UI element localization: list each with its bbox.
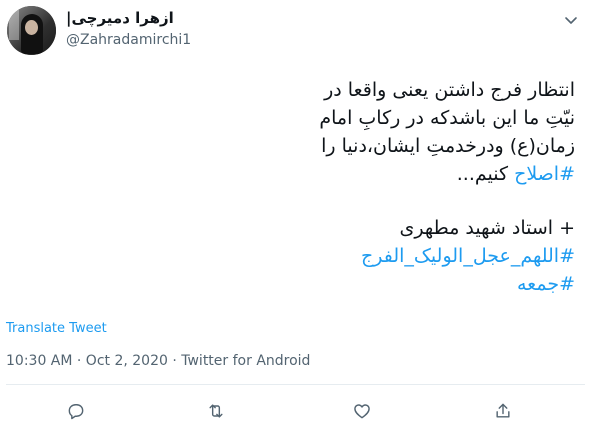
- divider: [6, 384, 585, 385]
- hashtag-eslah[interactable]: #اصلاح: [514, 163, 575, 185]
- tweet-line-3: زمان(ع) ودرخدمتِ ایشان،دنیا را: [321, 135, 575, 157]
- reply-icon[interactable]: [63, 398, 89, 424]
- tweet: ازهرا دمیرچی| @Zahradamirchi1 انتظار فرج…: [0, 0, 591, 440]
- display-name[interactable]: ازهرا دمیرچی|: [66, 9, 174, 27]
- action-bar: [0, 398, 591, 424]
- like-icon[interactable]: [349, 398, 375, 424]
- hashtag-allahumma[interactable]: #اللهم_عجل_الولیک_الفرج: [15, 242, 575, 270]
- user-handle[interactable]: @Zahradamirchi1: [66, 32, 191, 48]
- share-icon[interactable]: [490, 398, 516, 424]
- hashtag-jomeh[interactable]: #جمعه: [15, 270, 575, 298]
- avatar-light: [9, 10, 19, 40]
- chevron-down-icon[interactable]: [561, 10, 581, 30]
- retweet-icon[interactable]: [203, 398, 229, 424]
- tweet-line-2: نیّتِ ما این باشدکه در رکابِ امام: [319, 107, 575, 129]
- tweet-metadata: 10:30 AM · Oct 2, 2020 · Twitter for And…: [6, 353, 311, 369]
- avatar[interactable]: [7, 6, 56, 55]
- tweet-line-4: #اصلاح کنیم...: [15, 160, 575, 188]
- tweet-text: انتظار فرج داشتن یعنی واقعا در نیّتِ ما …: [15, 76, 575, 298]
- avatar-face: [25, 20, 38, 35]
- tweet-line-1: انتظار فرج داشتن یعنی واقعا در: [324, 79, 575, 101]
- tweet-line-4-text: کنیم...: [456, 163, 515, 185]
- tweet-line-5: + استاد شهید مطهری: [399, 217, 575, 239]
- translate-tweet-link[interactable]: Translate Tweet: [6, 321, 107, 336]
